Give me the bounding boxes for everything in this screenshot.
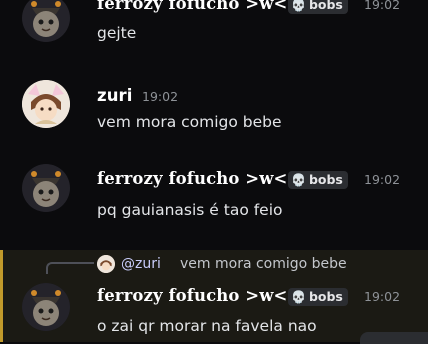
timestamp: 19:02 <box>364 289 401 304</box>
ferrozy-avatar[interactable] <box>22 283 70 331</box>
skull-icon: 💀 <box>291 173 306 187</box>
timestamp: 19:02 <box>364 172 401 187</box>
author-name[interactable]: ferrozy fofucho >w< <box>97 0 287 13</box>
author-name[interactable]: zuri <box>97 86 133 105</box>
skull-icon: 💀 <box>291 0 306 12</box>
server-tag[interactable]: 💀 bobs <box>288 0 348 14</box>
message-toolbar-edge <box>360 332 428 344</box>
timestamp: 19:02 <box>142 89 179 104</box>
skull-icon: 💀 <box>291 290 306 304</box>
message-text: gejte <box>97 24 137 42</box>
author-name[interactable]: ferrozy fofucho >w< <box>97 169 287 188</box>
author-name[interactable]: ferrozy fofucho >w< <box>97 286 287 305</box>
reply-avatar[interactable] <box>97 255 115 273</box>
zuri-avatar[interactable] <box>22 80 70 128</box>
timestamp: 19:02 <box>364 0 401 12</box>
message-text: pq gauianasis é tao feio <box>97 201 283 219</box>
reply-connector <box>46 262 94 274</box>
ferrozy-avatar[interactable] <box>22 164 70 212</box>
message-text: o zai qr morar na favela nao <box>97 317 317 335</box>
reply-preview[interactable]: vem mora comigo bebe <box>180 256 347 272</box>
ferrozy-avatar[interactable] <box>22 0 70 42</box>
server-tag[interactable]: 💀 bobs <box>288 171 348 189</box>
reply-mention[interactable]: @zuri <box>121 256 161 272</box>
message-text: vem mora comigo bebe <box>97 113 282 131</box>
server-tag[interactable]: 💀 bobs <box>288 288 348 306</box>
